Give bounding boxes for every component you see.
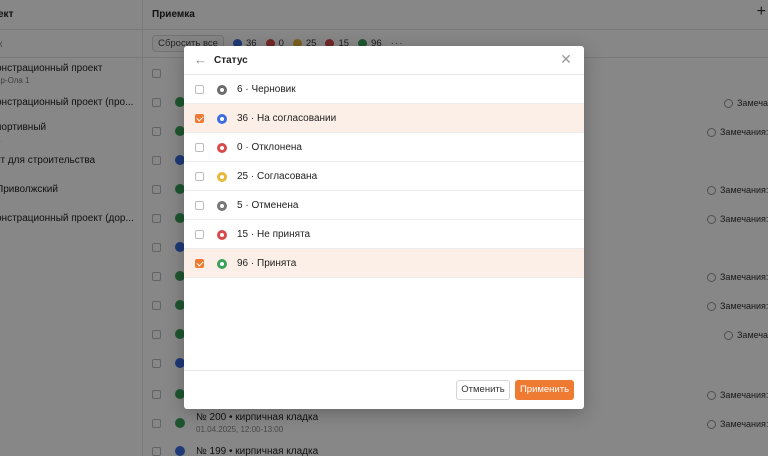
draft-status-icon — [217, 84, 227, 95]
option-checkbox[interactable] — [195, 172, 204, 181]
rejected-status-icon — [217, 142, 227, 153]
option-label: 96 · Принята — [237, 258, 297, 269]
accepted-status-icon — [217, 258, 227, 269]
review-status-icon — [217, 113, 227, 124]
cancel-button[interactable]: Отменить — [456, 380, 510, 400]
status-option-cancelled[interactable]: 5 · Отменена — [184, 191, 584, 220]
option-label: 15 · Не принята — [237, 229, 311, 240]
status-option-not-accepted[interactable]: 15 · Не принята — [184, 220, 584, 249]
option-checkbox[interactable] — [195, 85, 204, 94]
status-option-approved[interactable]: 25 · Согласована — [184, 162, 584, 191]
modal-header: ← Статус ✕ — [184, 46, 584, 75]
status-option-draft[interactable]: 6 · Черновик — [184, 75, 584, 104]
option-checkbox[interactable] — [195, 201, 204, 210]
modal-title: Статус — [214, 55, 248, 66]
option-label: 0 · Отклонена — [237, 142, 302, 153]
apply-button[interactable]: Применить — [515, 380, 574, 400]
option-label: 25 · Согласована — [237, 171, 318, 182]
cancelled-status-icon — [217, 200, 227, 211]
not-accepted-status-icon — [217, 229, 227, 240]
status-option-rejected[interactable]: 0 · Отклонена — [184, 133, 584, 162]
option-label: 5 · Отменена — [237, 200, 299, 211]
option-checkbox[interactable] — [195, 114, 204, 123]
status-filter-modal: ← Статус ✕ 6 · Черновик 36 · На согласов… — [184, 46, 584, 409]
status-option-review[interactable]: 36 · На согласовании — [184, 104, 584, 133]
modal-footer: Отменить Применить — [184, 370, 584, 409]
option-checkbox[interactable] — [195, 259, 204, 268]
back-arrow-icon[interactable]: ← — [194, 53, 208, 67]
option-label: 6 · Черновик — [237, 84, 296, 95]
option-checkbox[interactable] — [195, 143, 204, 152]
approved-status-icon — [217, 171, 227, 182]
close-icon[interactable]: ✕ — [559, 52, 573, 66]
option-label: 36 · На согласовании — [237, 113, 337, 124]
option-checkbox[interactable] — [195, 230, 204, 239]
status-option-accepted[interactable]: 96 · Принята — [184, 249, 584, 278]
